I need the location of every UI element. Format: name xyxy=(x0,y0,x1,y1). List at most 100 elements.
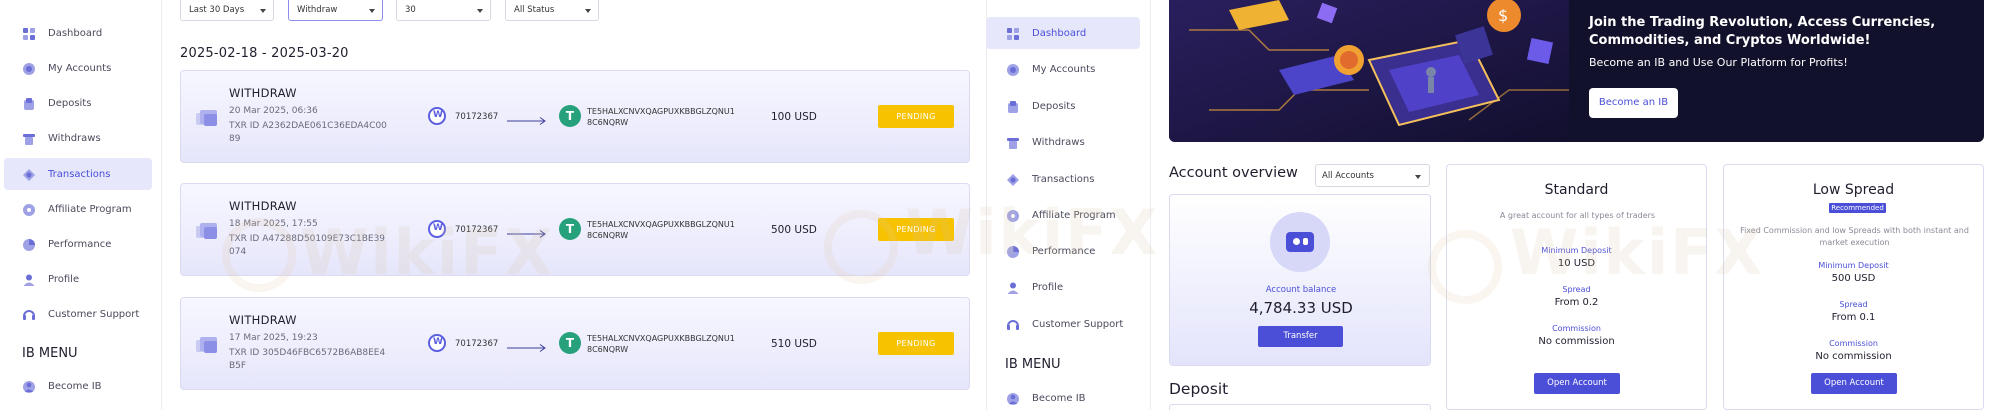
profile-icon xyxy=(22,272,36,286)
sidebar-item-withdraws[interactable]: Withdraws xyxy=(986,126,1140,158)
wallet-icon xyxy=(195,107,219,129)
status-badge: PENDING xyxy=(878,332,954,355)
sidebar-item-customer-support[interactable]: Customer Support xyxy=(986,308,1140,340)
watermark-logo xyxy=(1428,230,1502,304)
transactions-icon xyxy=(22,167,36,181)
account-type-name: Low Spread xyxy=(1812,182,1895,198)
sidebar-item-become-ib[interactable]: Become IB xyxy=(4,370,152,402)
open-account-button[interactable]: Open Account xyxy=(1534,373,1620,394)
transaction-row[interactable]: WITHDRAW 17 Mar 2025, 19:23 TXR ID 305D4… xyxy=(180,297,970,390)
sidebar-item-transactions[interactable]: Transactions xyxy=(986,163,1140,195)
sidebar-item-dashboard[interactable]: Dashboard xyxy=(986,17,1140,49)
transaction-to-address: TE5HALXCNVXQAGPUXKBBGLZQNU18C6NQRW xyxy=(587,107,735,127)
commission-label: Commission xyxy=(1829,339,1878,348)
type-select-value: Withdraw xyxy=(297,5,338,15)
transaction-amount: 500 USD xyxy=(771,224,817,236)
sidebar-item-performance[interactable]: Performance xyxy=(986,235,1140,267)
deposit-card xyxy=(1169,404,1431,410)
recommended-badge: Recommended xyxy=(1829,203,1886,213)
transaction-type: WITHDRAW xyxy=(229,199,297,213)
watermark-logo xyxy=(222,218,296,292)
banner-subtitle: Become an IB and Use Our Platform for Pr… xyxy=(1589,56,1848,69)
sidebar-item-my-accounts[interactable]: My Accounts xyxy=(4,52,152,84)
sidebar-item-label: Customer Support xyxy=(1032,318,1124,330)
transaction-type: WITHDRAW xyxy=(229,86,297,100)
sidebar-item-customer-support[interactable]: Customer Support xyxy=(4,298,152,330)
balance-label: Account balance xyxy=(1265,285,1337,295)
transaction-to-address: TE5HALXCNVXQAGPUXKBBGLZQNU18C6NQRW xyxy=(587,220,735,240)
status-select-value: All Status xyxy=(514,5,555,15)
sidebar-item-transactions[interactable]: Transactions xyxy=(4,158,152,190)
chevron-down-icon xyxy=(369,9,375,13)
spread-value: From 0.2 xyxy=(1554,297,1599,308)
sidebar-item-label: Dashboard xyxy=(1032,27,1087,39)
account-type-description: Fixed Commission and low Spreads with bo… xyxy=(1740,226,1969,247)
sidebar-item-label: Customer Support xyxy=(48,308,140,320)
transaction-from-account: 70172367 xyxy=(455,112,499,122)
account-type-card-low-spread: Low Spread Recommended Fixed Commission … xyxy=(1723,164,1984,410)
become-ib-button[interactable]: Become an IB xyxy=(1589,88,1678,118)
chevron-down-icon xyxy=(585,9,591,13)
status-select[interactable]: All Status xyxy=(505,0,599,21)
commission-label: Commission xyxy=(1552,324,1601,333)
sidebar-item-label: Transactions xyxy=(1032,173,1095,185)
sidebar-item-affiliate-program[interactable]: Affiliate Program xyxy=(4,193,152,225)
sidebar-item-label: Become IB xyxy=(1032,392,1086,404)
deposit-title: Deposit xyxy=(1169,380,1229,398)
page-size-select-value: 30 xyxy=(405,5,416,15)
sidebar-item-label: Deposits xyxy=(1032,100,1076,112)
account-select[interactable]: All Accounts xyxy=(1315,164,1430,187)
transaction-id: TXR ID A2362DAE061C36EDA4C0089 xyxy=(229,121,387,144)
transaction-date: 17 Mar 2025, 19:23 xyxy=(229,333,318,343)
sidebar-item-performance[interactable]: Performance xyxy=(4,228,152,260)
transaction-amount: 510 USD xyxy=(771,338,817,350)
balance-value: 4,784.33 USD xyxy=(1249,299,1353,317)
sidebar-item-label: Withdraws xyxy=(1032,136,1085,148)
sidebar-item-profile[interactable]: Profile xyxy=(986,271,1140,303)
spread-value: From 0.1 xyxy=(1831,312,1876,323)
arrow-right-icon xyxy=(507,224,547,238)
sidebar-item-label: Performance xyxy=(1032,245,1096,257)
min-deposit-value: 500 USD xyxy=(1831,273,1876,284)
sidebar-item-become-ib[interactable]: Become IB xyxy=(986,382,1140,410)
transaction-date: 20 Mar 2025, 06:36 xyxy=(229,106,318,116)
accounts-icon xyxy=(1006,62,1020,76)
sidebar-item-profile[interactable]: Profile xyxy=(4,263,152,295)
sidebar-item-withdraws[interactable]: Withdraws xyxy=(4,122,152,154)
min-deposit-label: Minimum Deposit xyxy=(1818,261,1889,270)
sidebar-item-label: Profile xyxy=(48,273,80,285)
commission-value: No commission xyxy=(1538,336,1615,347)
open-account-button[interactable]: Open Account xyxy=(1811,373,1897,394)
banner-illustration: $ xyxy=(1169,0,1569,142)
arrow-right-icon xyxy=(507,338,547,352)
period-select[interactable]: Last 30 Days xyxy=(180,0,274,21)
sidebar-item-deposits[interactable]: Deposits xyxy=(986,90,1140,122)
sidebar-item-my-accounts[interactable]: My Accounts xyxy=(986,53,1140,85)
become-ib-icon xyxy=(1006,391,1020,405)
platform-logo-icon: W xyxy=(428,220,446,238)
chevron-down-icon xyxy=(260,9,266,13)
transaction-row[interactable]: WITHDRAW 20 Mar 2025, 06:36 TXR ID A2362… xyxy=(180,70,970,163)
sidebar-item-dashboard[interactable]: Dashboard xyxy=(4,17,152,49)
accounts-icon xyxy=(22,61,36,75)
sidebar-item-deposits[interactable]: Deposits xyxy=(4,87,152,119)
sidebar-item-label: Affiliate Program xyxy=(48,203,132,215)
account-type-name: Standard xyxy=(1544,182,1609,198)
page-size-select[interactable]: 30 xyxy=(396,0,491,21)
pane-divider xyxy=(1150,0,1151,410)
transaction-from-account: 70172367 xyxy=(455,225,499,235)
sidebar-item-label: Profile xyxy=(1032,281,1064,293)
transaction-to-address: TE5HALXCNVXQAGPUXKBBGLZQNU18C6NQRW xyxy=(587,334,735,354)
account-select-value: All Accounts xyxy=(1322,171,1374,181)
ib-promo-banner: $ Join the Trading Revolution, Access Cu… xyxy=(1169,0,1984,142)
wallet-icon xyxy=(195,220,219,242)
sidebar-item-affiliate-program[interactable]: Affiliate Program xyxy=(986,199,1140,231)
type-select[interactable]: Withdraw xyxy=(288,0,383,21)
transfer-button[interactable]: Transfer xyxy=(1258,326,1343,347)
wallet-icon xyxy=(1270,212,1330,272)
ib-menu-title: IB MENU xyxy=(1005,357,1061,372)
sidebar-item-label: Become IB xyxy=(48,380,102,392)
commission-value: No commission xyxy=(1815,351,1892,362)
transaction-type: WITHDRAW xyxy=(229,313,297,327)
watermark-logo xyxy=(824,210,898,284)
